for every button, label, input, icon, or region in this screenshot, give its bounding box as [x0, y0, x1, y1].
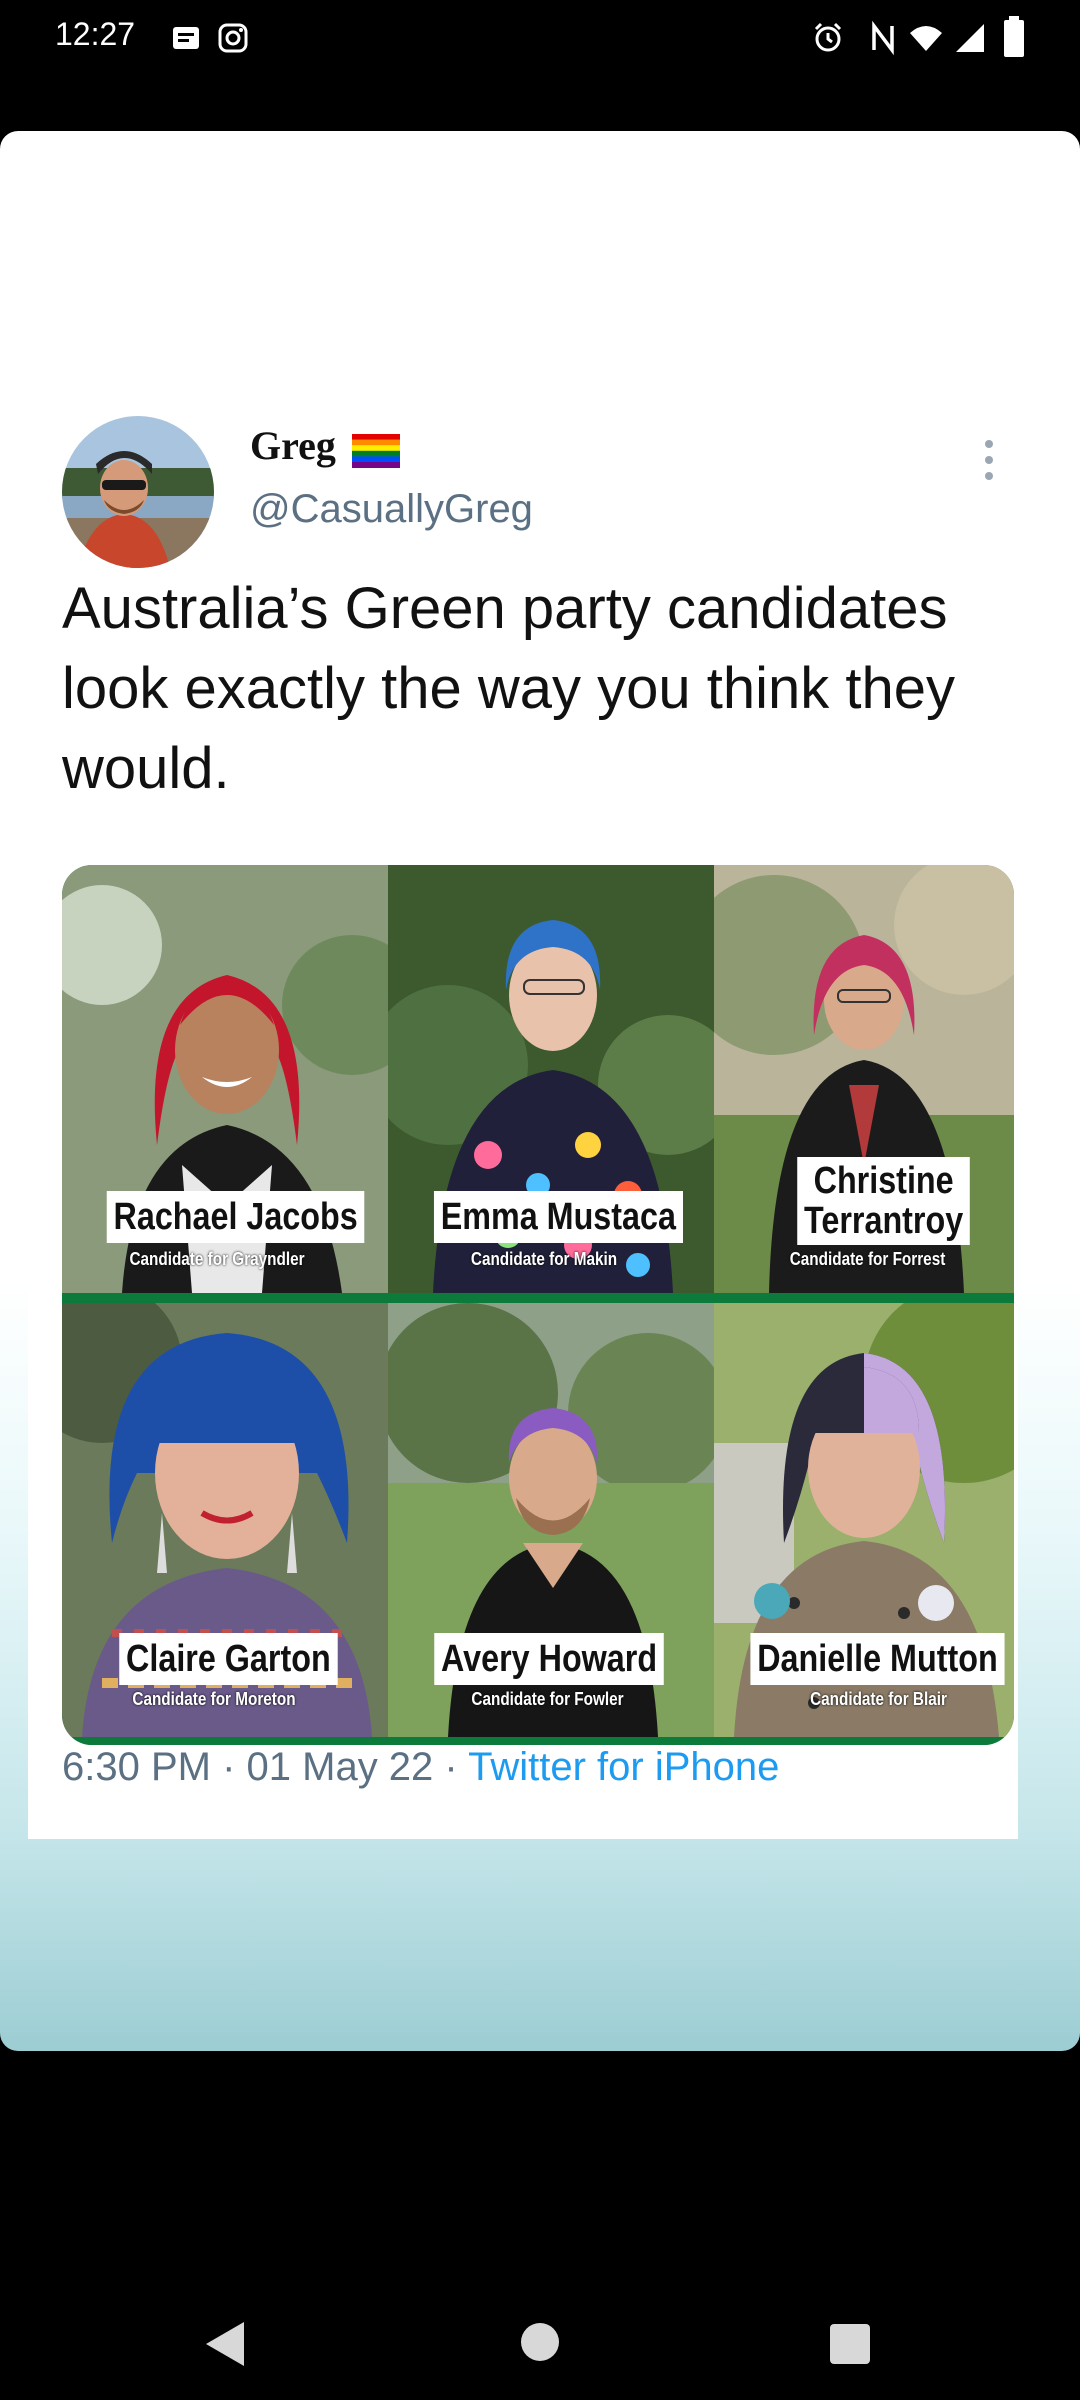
- grid-bottom-bar: [62, 1737, 1014, 1745]
- nfc-icon: [872, 20, 894, 56]
- candidate-name: Christine Terrantroy: [797, 1157, 971, 1245]
- tweet-text: Australia’s Green party candidates look …: [62, 576, 956, 801]
- more-options-icon[interactable]: [983, 439, 995, 481]
- instagram-icon: [218, 23, 248, 53]
- rainbow-flag-icon: [352, 434, 400, 468]
- tweet-screenshot-sheet: Greg @CasuallyGreg Australia’s Green par…: [0, 131, 1080, 2051]
- candidate-name: Danielle Mutton: [750, 1633, 1005, 1685]
- candidate-name-line-2: Terrantroy: [804, 1200, 964, 1242]
- candidate-name: Avery Howard: [434, 1633, 664, 1685]
- navigation-bar: [0, 2250, 1080, 2400]
- tweet-media-grid[interactable]: Rachael Jacobs Candidate for Grayndler E…: [62, 865, 1014, 1745]
- battery-icon: [1004, 16, 1024, 57]
- grid-divider: [62, 1293, 1014, 1303]
- candidate-subtitle: Candidate for Blair: [810, 1689, 947, 1709]
- candidate-name: Rachael Jacobs: [106, 1191, 365, 1243]
- candidate-tile: Rachael Jacobs Candidate for Grayndler: [62, 865, 388, 1293]
- recents-icon[interactable]: [828, 2322, 872, 2366]
- alarm-icon: [814, 22, 842, 52]
- tweet-card: Greg @CasuallyGreg Australia’s Green par…: [28, 399, 1018, 1839]
- home-icon[interactable]: [520, 2322, 560, 2362]
- meta-separator: ·: [433, 1745, 469, 1789]
- display-name[interactable]: Greg: [250, 422, 336, 469]
- candidate-subtitle: Candidate for Grayndler: [129, 1249, 305, 1269]
- tweet-source-link[interactable]: Twitter for iPhone: [468, 1745, 779, 1789]
- candidate-tile: Christine Terrantroy Candidate for Forre…: [714, 865, 1014, 1293]
- avatar[interactable]: [62, 416, 214, 568]
- user-handle[interactable]: @CasuallyGreg: [250, 487, 533, 532]
- status-time: 12:27: [55, 16, 136, 52]
- message-icon: [173, 27, 199, 49]
- candidate-subtitle: Candidate for Makin: [470, 1249, 618, 1269]
- tweet-meta: 6:30 PM · 01 May 22 · Twitter for iPhone: [62, 1745, 779, 1790]
- candidate-tile: Claire Garton Candidate for Moreton: [62, 1303, 388, 1737]
- wifi-icon: [910, 26, 942, 51]
- candidate-name: Claire Garton: [119, 1633, 338, 1685]
- status-bar: 12:27: [0, 0, 1080, 78]
- candidate-subtitle: Candidate for Forrest: [789, 1249, 946, 1269]
- candidate-name: Emma Mustaca: [433, 1191, 683, 1243]
- tweet-date[interactable]: 01 May 22: [247, 1745, 434, 1789]
- candidate-subtitle: Candidate for Fowler: [471, 1689, 624, 1709]
- meta-separator: ·: [210, 1745, 247, 1789]
- candidate-tile: Emma Mustaca Candidate for Makin: [388, 865, 714, 1293]
- candidate-tile: Danielle Mutton Candidate for Blair: [714, 1303, 1014, 1737]
- tweet-time[interactable]: 6:30 PM: [62, 1745, 211, 1789]
- candidate-subtitle: Candidate for Moreton: [132, 1689, 296, 1709]
- avatar-image: [62, 416, 214, 568]
- candidate-tile: Avery Howard Candidate for Fowler: [388, 1303, 714, 1737]
- signal-icon: [956, 24, 984, 52]
- back-icon[interactable]: [200, 2318, 248, 2370]
- candidate-name-line-1: Christine: [813, 1160, 954, 1202]
